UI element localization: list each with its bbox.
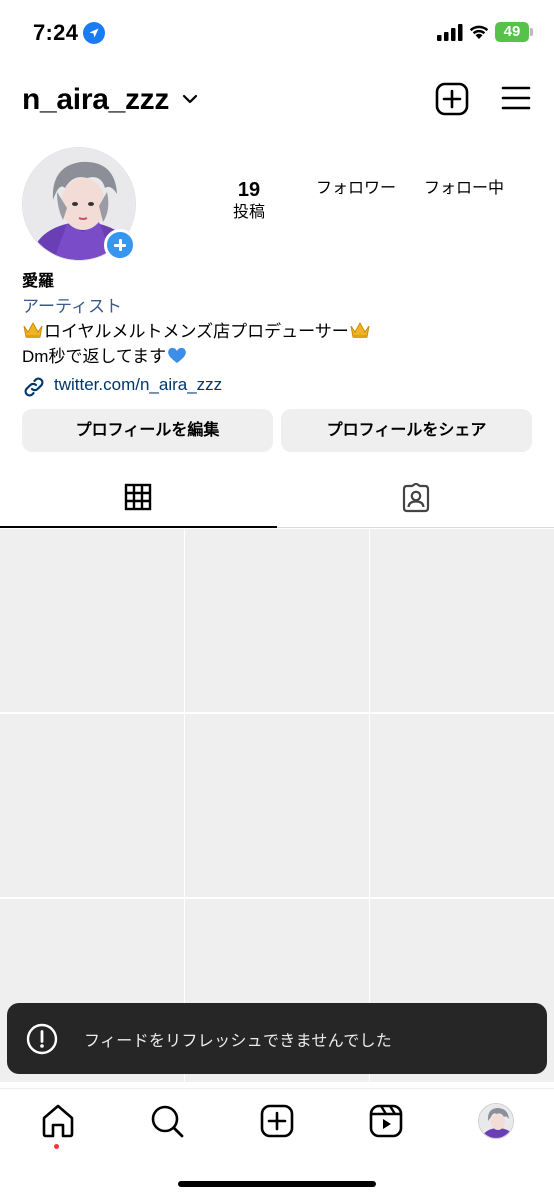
profile-bio: 愛羅 アーティスト ロイヤルメルトメンズ店プロデューサー Dm秒で返してます <box>22 270 542 369</box>
status-time: 7:24 <box>33 20 79 45</box>
search-icon[interactable] <box>149 1103 185 1139</box>
wifi-icon <box>469 25 489 39</box>
reels-icon[interactable] <box>368 1103 404 1139</box>
battery-level: 49 <box>503 23 521 40</box>
posts-count: 19 <box>237 179 261 201</box>
share-profile-button[interactable]: プロフィールをシェア <box>281 409 532 452</box>
battery-cap <box>530 28 533 36</box>
username-switcher[interactable]: n_aira_zzz <box>22 83 169 117</box>
home-icon[interactable] <box>40 1103 76 1139</box>
home-notification-dot <box>54 1144 59 1149</box>
stat-following[interactable]: フォロー中 <box>414 178 514 200</box>
home-indicator <box>178 1181 376 1187</box>
alert-circle-icon <box>26 1023 58 1055</box>
posts-label: 投稿 <box>232 204 265 221</box>
grid-cell[interactable] <box>185 529 369 712</box>
followers-label: フォロワー <box>315 180 396 197</box>
battery-indicator: 49 <box>495 22 533 42</box>
following-label: フォロー中 <box>423 180 504 197</box>
bio-line-1-text: ロイヤルメルトメンズ店プロデューサー <box>44 322 349 341</box>
new-post-icon[interactable] <box>435 82 469 116</box>
tab-posts-grid[interactable] <box>0 470 277 528</box>
edit-profile-button[interactable]: プロフィールを編集 <box>22 409 273 452</box>
profile-screen: 7:24 49 n_aira_zzz 19 投稿 フォロワー フォロー中 愛羅 … <box>0 0 554 1199</box>
create-post-icon[interactable] <box>259 1103 295 1139</box>
chevron-down-icon[interactable] <box>181 92 199 106</box>
profile-tab-avatar[interactable] <box>478 1103 514 1139</box>
grid-cell[interactable] <box>0 714 184 897</box>
bio-line-1: ロイヤルメルトメンズ店プロデューサー <box>22 319 542 344</box>
category-label: アーティスト <box>22 297 122 316</box>
blue-heart-icon <box>168 347 186 363</box>
menu-icon[interactable] <box>500 84 532 112</box>
grid-cell[interactable] <box>185 714 369 897</box>
profile-tabs <box>0 470 554 528</box>
grid-cell[interactable] <box>0 529 184 712</box>
bio-line-2: Dm秒で返してます <box>22 344 542 369</box>
link-text[interactable]: twitter.com/n_aira_zzz <box>54 375 222 395</box>
add-story-button[interactable] <box>104 229 136 261</box>
status-bar: 7:24 49 <box>0 0 554 66</box>
error-toast[interactable]: フィードをリフレッシュできませんでした <box>7 1003 547 1074</box>
profile-avatar-container[interactable] <box>22 147 136 261</box>
profile-header: n_aira_zzz <box>0 70 554 130</box>
display-name: 愛羅 <box>22 273 55 290</box>
tab-tagged[interactable] <box>277 470 554 528</box>
location-arrow-icon <box>83 22 105 44</box>
grid-icon <box>124 483 152 511</box>
grid-cell[interactable] <box>370 529 554 712</box>
cellular-signal-icon <box>437 24 463 41</box>
tagged-person-icon <box>402 483 430 513</box>
crown-icon <box>23 321 43 338</box>
avatar-thumbnail <box>479 1104 513 1138</box>
bio-line-2-text: Dm秒で返してます <box>22 347 167 366</box>
stat-followers[interactable]: フォロワー <box>306 178 406 200</box>
stat-posts[interactable]: 19 投稿 <box>218 178 280 224</box>
link-icon <box>24 377 44 397</box>
crown-icon <box>350 321 370 338</box>
toast-message: フィードをリフレッシュできませんでした <box>84 1033 393 1050</box>
grid-cell[interactable] <box>370 714 554 897</box>
